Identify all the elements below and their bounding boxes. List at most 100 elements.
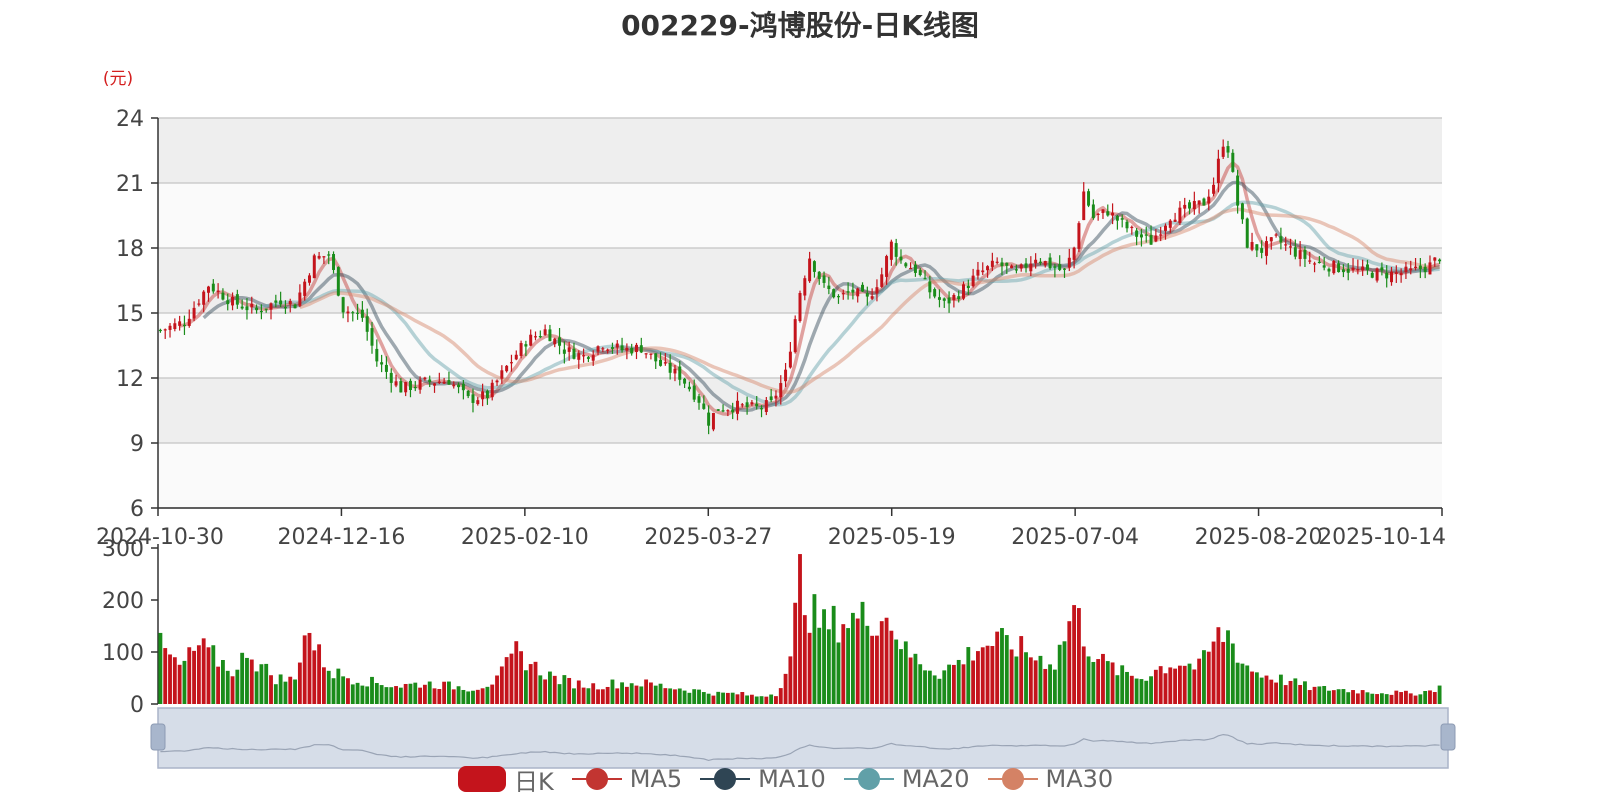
- volume-bar[interactable]: [1144, 680, 1149, 704]
- volume-bar[interactable]: [1365, 692, 1370, 704]
- volume-bar[interactable]: [1206, 651, 1211, 704]
- volume-bar[interactable]: [947, 664, 952, 704]
- volume-bar[interactable]: [961, 664, 966, 704]
- volume-bar[interactable]: [1423, 691, 1428, 704]
- volume-bar[interactable]: [192, 650, 196, 704]
- volume-bar[interactable]: [668, 688, 673, 704]
- volume-bar[interactable]: [384, 687, 389, 704]
- volume-bar[interactable]: [418, 687, 423, 704]
- volume-bar[interactable]: [1033, 660, 1038, 704]
- volume-bar[interactable]: [798, 554, 802, 704]
- volume-bar[interactable]: [1278, 674, 1283, 704]
- volume-bar[interactable]: [317, 644, 322, 704]
- volume-bar[interactable]: [1346, 692, 1351, 704]
- volume-bar[interactable]: [1432, 692, 1437, 704]
- volume-bar[interactable]: [918, 664, 923, 704]
- volume-bars[interactable]: [158, 554, 1442, 704]
- legend-item-ma20[interactable]: MA20: [843, 765, 970, 793]
- volume-bar[interactable]: [745, 695, 750, 704]
- volume-bar[interactable]: [793, 602, 798, 704]
- slider-handle-right[interactable]: [1440, 723, 1456, 751]
- volume-bar[interactable]: [1322, 686, 1327, 704]
- volume-bar[interactable]: [980, 647, 985, 704]
- volume-bar[interactable]: [177, 664, 182, 704]
- volume-bar[interactable]: [879, 621, 884, 704]
- volume-bar[interactable]: [846, 628, 851, 704]
- volume-bar[interactable]: [240, 652, 245, 704]
- volume-bar[interactable]: [889, 630, 894, 704]
- volume-bar[interactable]: [432, 688, 437, 704]
- legend-item-ma30[interactable]: MA30: [987, 765, 1113, 793]
- volume-bar[interactable]: [908, 657, 913, 704]
- volume-bar[interactable]: [648, 682, 653, 704]
- volume-bar[interactable]: [480, 688, 485, 704]
- volume-bar[interactable]: [976, 651, 980, 704]
- volume-bar[interactable]: [1245, 665, 1250, 704]
- volume-bar[interactable]: [1000, 628, 1004, 704]
- volume-bar[interactable]: [225, 670, 230, 704]
- candle[interactable]: [1245, 217, 1249, 249]
- volume-bar[interactable]: [1288, 680, 1293, 704]
- volume-bar[interactable]: [403, 683, 408, 704]
- volume-bar[interactable]: [1120, 665, 1125, 704]
- volume-bar[interactable]: [408, 683, 413, 704]
- volume-bar[interactable]: [1240, 663, 1245, 704]
- volume-bar[interactable]: [273, 684, 278, 704]
- volume-bar[interactable]: [172, 657, 177, 704]
- volume-bar[interactable]: [182, 660, 187, 704]
- volume-bar[interactable]: [937, 678, 942, 704]
- volume-bar[interactable]: [1312, 686, 1317, 704]
- volume-bar[interactable]: [774, 696, 778, 704]
- volume-bar[interactable]: [557, 684, 562, 704]
- volume-bar[interactable]: [1293, 678, 1298, 704]
- volume-bar[interactable]: [870, 635, 875, 704]
- volume-bar[interactable]: [360, 685, 365, 704]
- volume-bar[interactable]: [461, 689, 466, 704]
- legend-item-ma5[interactable]: MA5: [571, 765, 682, 793]
- volume-bar[interactable]: [1216, 627, 1221, 704]
- volume-bar[interactable]: [1187, 663, 1192, 704]
- volume-bar[interactable]: [1072, 605, 1077, 704]
- volume-bar[interactable]: [927, 670, 932, 704]
- volume-bar[interactable]: [1101, 653, 1105, 704]
- volume-bar[interactable]: [1307, 690, 1312, 704]
- data-zoom-slider[interactable]: [150, 707, 1456, 769]
- volume-bar[interactable]: [245, 657, 249, 704]
- volume-bar[interactable]: [1298, 684, 1303, 704]
- volume-bar[interactable]: [985, 645, 990, 704]
- volume-bar[interactable]: [278, 674, 283, 704]
- slider-handle-left[interactable]: [150, 723, 166, 751]
- volume-bar[interactable]: [807, 632, 812, 704]
- volume-bar[interactable]: [528, 664, 533, 704]
- volume-bar[interactable]: [913, 653, 918, 704]
- volume-bar[interactable]: [1413, 695, 1418, 704]
- volume-bar[interactable]: [466, 691, 471, 704]
- volume-bar[interactable]: [168, 654, 172, 704]
- volume-bar[interactable]: [1004, 635, 1009, 704]
- volume-bar[interactable]: [1173, 668, 1178, 704]
- volume-bar[interactable]: [475, 689, 480, 704]
- volume-bar[interactable]: [663, 688, 668, 704]
- volume-bar[interactable]: [1062, 641, 1067, 704]
- volume-bar[interactable]: [523, 670, 528, 704]
- volume-bar[interactable]: [1081, 646, 1086, 704]
- volume-bar[interactable]: [288, 676, 293, 704]
- volume-bar[interactable]: [995, 631, 1000, 704]
- volume-bar[interactable]: [1269, 679, 1274, 704]
- volume-bar[interactable]: [1389, 694, 1394, 704]
- volume-bar[interactable]: [1115, 675, 1120, 704]
- volume-bar[interactable]: [923, 670, 927, 704]
- volume-bar[interactable]: [1375, 694, 1380, 704]
- volume-bar[interactable]: [302, 635, 307, 704]
- volume-bar[interactable]: [456, 686, 461, 704]
- volume-bar[interactable]: [259, 664, 264, 704]
- volume-bar[interactable]: [1076, 608, 1081, 704]
- volume-bar[interactable]: [293, 679, 297, 704]
- volume-bar[interactable]: [826, 629, 831, 704]
- volume-bar[interactable]: [1096, 659, 1101, 704]
- volume-bar[interactable]: [490, 684, 495, 704]
- volume-bar[interactable]: [1283, 685, 1288, 704]
- volume-bar[interactable]: [413, 682, 418, 704]
- volume-bar[interactable]: [312, 650, 317, 704]
- volume-bar[interactable]: [620, 682, 624, 704]
